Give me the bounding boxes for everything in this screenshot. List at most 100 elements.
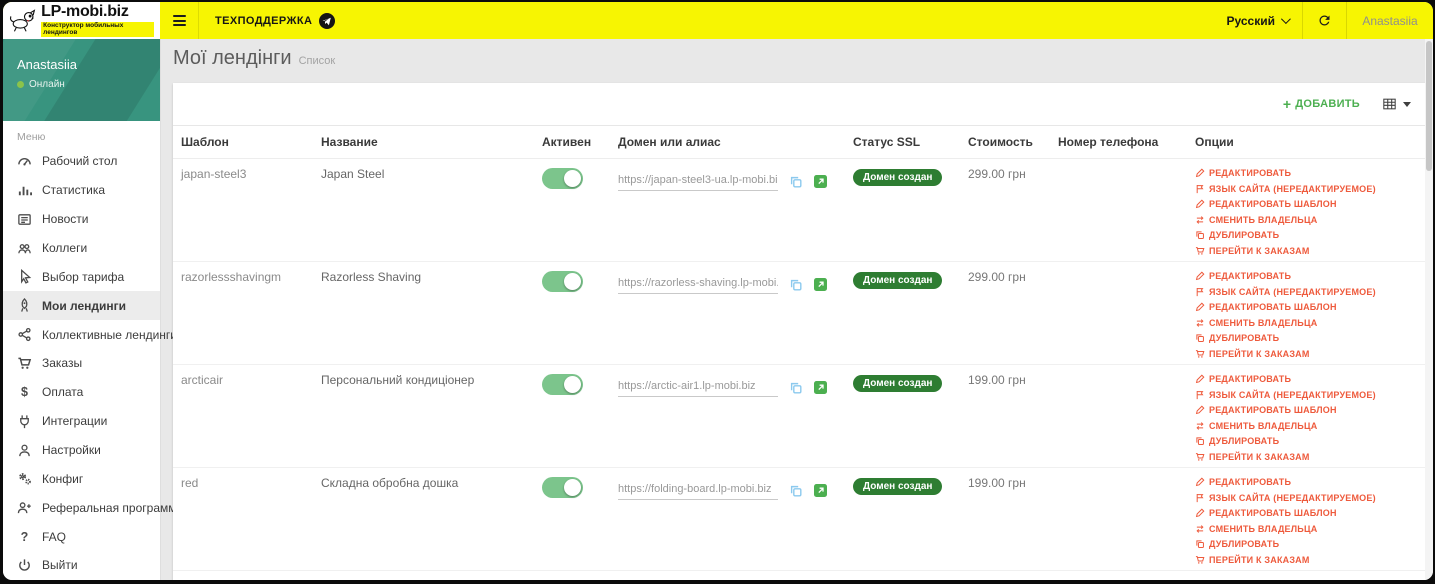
- option-site-language[interactable]: ЯЗЫК САЙТА (НЕРЕДАКТИРУЕМОЕ): [1195, 493, 1421, 503]
- open-external-icon[interactable]: [814, 484, 827, 497]
- option-edit-template[interactable]: РЕДАКТИРОВАТЬ ШАБЛОН: [1195, 405, 1421, 415]
- add-landing-button[interactable]: + ДОБАВИТЬ: [1283, 97, 1360, 111]
- open-external-icon[interactable]: [814, 381, 827, 394]
- phone-cell: [1050, 159, 1187, 262]
- domain-input[interactable]: [618, 378, 778, 397]
- page-title: Мої лендінги: [173, 47, 292, 69]
- language-dropdown[interactable]: Русский: [1213, 2, 1303, 39]
- option-edit[interactable]: РЕДАКТИРОВАТЬ: [1195, 477, 1421, 487]
- option-change-owner[interactable]: СМЕНИТЬ ВЛАДЕЛЬЦА: [1195, 421, 1421, 431]
- domain-input[interactable]: [618, 481, 778, 500]
- duplicate-icon: [1195, 436, 1205, 446]
- sidebar-item-label: Выйти: [42, 558, 78, 573]
- option-duplicate[interactable]: ДУБЛИРОВАТЬ: [1195, 333, 1421, 343]
- dollar-icon: $: [21, 385, 28, 400]
- option-edit-template[interactable]: РЕДАКТИРОВАТЬ ШАБЛОН: [1195, 199, 1421, 209]
- option-go-to-orders[interactable]: ПЕРЕЙТИ К ЗАКАЗАМ: [1195, 555, 1421, 565]
- template-cell: razorlessshavingm: [181, 270, 282, 284]
- price-cell: 199.00 грн: [968, 476, 1026, 490]
- scrollbar-thumb[interactable]: [1426, 41, 1432, 171]
- hamburger-icon[interactable]: [160, 2, 199, 39]
- sidebar-item-label: Заказы: [42, 356, 83, 371]
- sidebar-user-card: Anastasiia Онлайн: [3, 39, 160, 121]
- logo[interactable]: LP-mobi.biz Конструктор мобильных лендин…: [3, 2, 160, 39]
- option-change-owner[interactable]: СМЕНИТЬ ВЛАДЕЛЬЦА: [1195, 524, 1421, 534]
- sidebar-item-collective-landings[interactable]: Коллективные лендинги: [3, 320, 177, 349]
- cart-icon: [1195, 555, 1205, 565]
- vertical-scrollbar[interactable]: [1425, 39, 1433, 580]
- exchange-icon: [1195, 215, 1205, 225]
- option-go-to-orders[interactable]: ПЕРЕЙТИ К ЗАКАЗАМ: [1195, 246, 1421, 256]
- sidebar-item-dashboard[interactable]: Рабочий стол: [3, 147, 160, 176]
- active-toggle[interactable]: [542, 477, 583, 498]
- option-site-language[interactable]: ЯЗЫК САЙТА (НЕРЕДАКТИРУЕМОЕ): [1195, 390, 1421, 400]
- refresh-button[interactable]: [1302, 2, 1346, 39]
- sidebar-item-config[interactable]: Конфиг: [3, 464, 160, 493]
- sidebar-item-referral[interactable]: Реферальная программа: [3, 493, 183, 522]
- sidebar-item-statistics[interactable]: Статистика: [3, 176, 160, 205]
- option-go-to-orders[interactable]: ПЕРЕЙТИ К ЗАКАЗАМ: [1195, 452, 1421, 462]
- domain-input[interactable]: [618, 172, 778, 191]
- sidebar-item-label: Настройки: [42, 443, 101, 458]
- option-site-language[interactable]: ЯЗЫК САЙТА (НЕРЕДАКТИРУЕМОЕ): [1195, 184, 1421, 194]
- sidebar-item-label: Конфиг: [42, 471, 84, 486]
- name-cell: Персональний кондиціонер: [321, 373, 475, 387]
- cart-icon: [1195, 349, 1205, 359]
- active-toggle[interactable]: [542, 168, 583, 189]
- support-link[interactable]: ТЕХПОДДЕРЖКА: [199, 2, 351, 39]
- sidebar-item-logout[interactable]: Выйти: [3, 551, 160, 580]
- name-cell: Складна обробна дошка: [321, 476, 459, 490]
- active-toggle[interactable]: [542, 271, 583, 292]
- table-row: japan-steel3 Japan Steel Домен создан 29…: [173, 159, 1429, 262]
- copy-icon[interactable]: [789, 175, 803, 189]
- option-edit[interactable]: РЕДАКТИРОВАТЬ: [1195, 374, 1421, 384]
- sidebar-item-integrations[interactable]: Интеграции: [3, 407, 160, 436]
- option-edit-template[interactable]: РЕДАКТИРОВАТЬ ШАБЛОН: [1195, 508, 1421, 518]
- sidebar-item-colleagues[interactable]: Коллеги: [3, 234, 160, 263]
- language-label: Русский: [1226, 13, 1276, 28]
- option-edit[interactable]: РЕДАКТИРОВАТЬ: [1195, 271, 1421, 281]
- sidebar-item-label: Коллеги: [42, 241, 88, 255]
- ssl-status-badge: Домен создан: [853, 169, 943, 186]
- exchange-icon: [1195, 421, 1205, 431]
- sidebar-item-payment[interactable]: $ Оплата: [3, 378, 160, 407]
- sidebar-item-settings[interactable]: Настройки: [3, 436, 160, 465]
- phone-cell: [1050, 365, 1187, 468]
- template-cell: japan-steel3: [181, 167, 247, 181]
- gauge-icon: [18, 157, 31, 166]
- add-button-label: ДОБАВИТЬ: [1295, 98, 1360, 110]
- option-duplicate[interactable]: ДУБЛИРОВАТЬ: [1195, 436, 1421, 446]
- copy-icon[interactable]: [789, 381, 803, 395]
- copy-icon[interactable]: [789, 278, 803, 292]
- option-edit[interactable]: РЕДАКТИРОВАТЬ: [1195, 168, 1421, 178]
- option-change-owner[interactable]: СМЕНИТЬ ВЛАДЕЛЬЦА: [1195, 215, 1421, 225]
- landings-table: Шаблон Название Активен Домен или алиас …: [173, 126, 1429, 580]
- support-label: ТЕХПОДДЕРЖКА: [215, 14, 313, 27]
- sidebar: Anastasiia Онлайн Меню Рабочий стол Стат…: [3, 39, 183, 580]
- duplicate-icon: [1195, 333, 1205, 343]
- option-change-owner[interactable]: СМЕНИТЬ ВЛАДЕЛЬЦА: [1195, 318, 1421, 328]
- sidebar-item-tariff[interactable]: Выбор тарифа: [3, 262, 160, 291]
- col-header-name: Название: [313, 126, 534, 159]
- open-external-icon[interactable]: [814, 175, 827, 188]
- domain-input[interactable]: [618, 275, 778, 294]
- sidebar-item-faq[interactable]: ? FAQ: [3, 522, 160, 551]
- main-content: Мої лендінги Список + ДОБАВИТЬ Шаблон На…: [161, 39, 1433, 580]
- option-duplicate[interactable]: ДУБЛИРОВАТЬ: [1195, 539, 1421, 549]
- sidebar-item-orders[interactable]: Заказы: [3, 349, 160, 378]
- user-menu[interactable]: Anastasiia: [1346, 2, 1433, 39]
- open-external-icon[interactable]: [814, 278, 827, 291]
- duplicate-icon: [1195, 539, 1205, 549]
- table-view-dropdown[interactable]: [1382, 97, 1411, 111]
- option-site-language[interactable]: ЯЗЫК САЙТА (НЕРЕДАКТИРУЕМОЕ): [1195, 287, 1421, 297]
- sidebar-item-label: Оплата: [42, 385, 84, 400]
- copy-icon[interactable]: [789, 484, 803, 498]
- active-toggle[interactable]: [542, 374, 583, 395]
- option-edit-template[interactable]: РЕДАКТИРОВАТЬ ШАБЛОН: [1195, 302, 1421, 312]
- price-cell: 499.00 грн: [960, 571, 1050, 580]
- phone-cell: [1050, 468, 1187, 571]
- sidebar-item-my-landings[interactable]: Мои лендинги: [3, 291, 160, 321]
- option-duplicate[interactable]: ДУБЛИРОВАТЬ: [1195, 230, 1421, 240]
- option-go-to-orders[interactable]: ПЕРЕЙТИ К ЗАКАЗАМ: [1195, 349, 1421, 359]
- sidebar-item-news[interactable]: Новости: [3, 205, 160, 234]
